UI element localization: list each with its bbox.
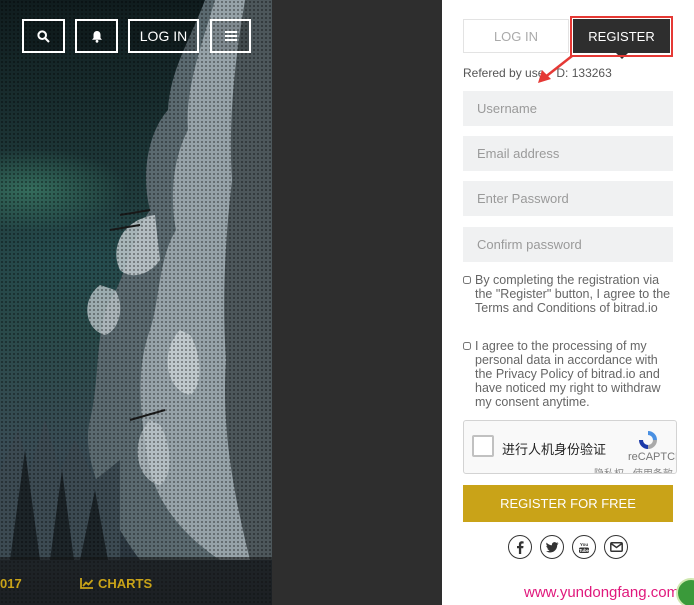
charts-link[interactable]: CHARTS bbox=[80, 576, 152, 591]
recaptcha-widget: 进行人机身份验证 reCAPTCHA 隐私权 - 使用条款 bbox=[463, 420, 677, 474]
recaptcha-brand: reCAPTCHA bbox=[628, 451, 676, 463]
notifications-button[interactable] bbox=[75, 19, 118, 53]
youtube-link[interactable]: You Tube bbox=[572, 535, 596, 559]
youtube-icon: You Tube bbox=[579, 542, 590, 553]
privacy-checkbox[interactable] bbox=[463, 342, 471, 350]
svg-text:You: You bbox=[580, 542, 588, 547]
header-login-button[interactable]: LOG IN bbox=[128, 19, 199, 53]
terms-consent: By completing the registration via the "… bbox=[463, 273, 673, 315]
header-login-label: LOG IN bbox=[139, 28, 188, 44]
search-icon bbox=[37, 29, 50, 43]
menu-icon bbox=[224, 31, 237, 41]
recaptcha-label: 进行人机身份验证 bbox=[502, 442, 607, 457]
privacy-consent-text: I agree to the processing of my personal… bbox=[475, 339, 661, 409]
charts-label: CHARTS bbox=[98, 576, 153, 591]
auth-panel: LOG IN REGISTER Refered by use D: 133263 … bbox=[442, 0, 694, 605]
facebook-icon bbox=[517, 540, 524, 554]
watermark-text: www.yundongfang.com bbox=[524, 584, 680, 601]
svg-text:Tube: Tube bbox=[579, 548, 589, 553]
terms-consent-text: By completing the registration via the "… bbox=[475, 273, 671, 315]
referral-prefix: Refered by use bbox=[463, 66, 545, 80]
register-for-free-label: REGISTER FOR FREE bbox=[500, 496, 636, 511]
search-button[interactable] bbox=[22, 19, 65, 53]
referral-suffix: D: 133263 bbox=[556, 66, 612, 80]
menu-button[interactable] bbox=[210, 19, 251, 53]
bottom-nav-bar: 017 CHARTS bbox=[0, 557, 272, 605]
background-photo bbox=[0, 0, 272, 605]
bar-year-text: 017 bbox=[0, 576, 22, 591]
recaptcha-logo-icon bbox=[639, 431, 657, 449]
tab-login[interactable]: LOG IN bbox=[463, 19, 569, 53]
facebook-link[interactable] bbox=[508, 535, 532, 559]
referral-text: Refered by use D: 133263 bbox=[463, 66, 612, 80]
bell-icon bbox=[91, 30, 102, 43]
password-field[interactable] bbox=[463, 181, 673, 216]
register-for-free-button[interactable]: REGISTER FOR FREE bbox=[463, 485, 673, 522]
twitter-icon bbox=[545, 541, 558, 552]
terms-checkbox[interactable] bbox=[463, 276, 471, 284]
background-strip bbox=[272, 0, 442, 605]
tab-register-label: REGISTER bbox=[588, 28, 655, 44]
email-icon bbox=[609, 542, 623, 552]
email-field[interactable] bbox=[463, 136, 673, 171]
twitter-link[interactable] bbox=[540, 535, 564, 559]
recaptcha-checkbox[interactable] bbox=[472, 435, 494, 457]
username-field[interactable] bbox=[463, 91, 673, 126]
confirm-password-field[interactable] bbox=[463, 227, 673, 262]
privacy-consent: I agree to the processing of my personal… bbox=[463, 339, 673, 409]
recaptcha-terms-link[interactable]: 隐私权 - 使用条款 bbox=[594, 465, 673, 473]
email-link[interactable] bbox=[604, 535, 628, 559]
snowy-tree-illustration bbox=[0, 0, 272, 560]
tab-register[interactable]: REGISTER bbox=[573, 19, 670, 53]
chart-line-icon bbox=[80, 578, 94, 589]
tab-login-label: LOG IN bbox=[493, 28, 539, 44]
tab-active-caret bbox=[616, 53, 628, 59]
